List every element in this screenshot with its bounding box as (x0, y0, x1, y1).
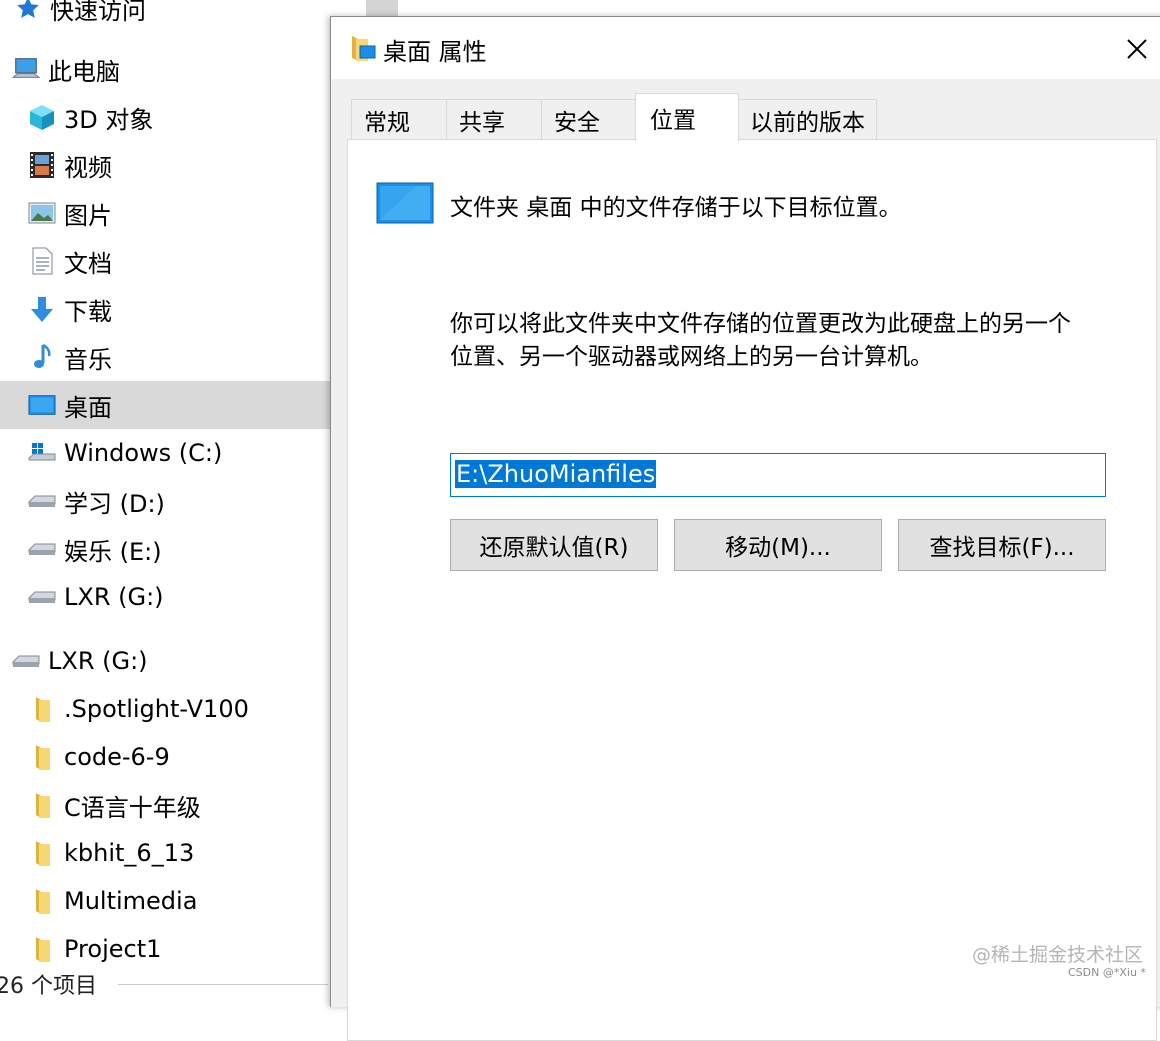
nav-label: kbhit_6_13 (64, 839, 195, 867)
nav-label: .Spotlight-V100 (64, 695, 249, 723)
nav-folder[interactable]: Multimedia (0, 877, 360, 925)
nav-label: 娱乐 (E:) (64, 537, 162, 566)
dialog-title: 桌面 属性 (383, 38, 487, 66)
watermark-author: CSDN @*Xiu * (1068, 966, 1146, 979)
computer-icon (12, 55, 40, 83)
drive-icon (28, 583, 56, 611)
nav-label: LXR (G:) (64, 583, 164, 611)
nav-label: C语言十年级 (64, 793, 201, 822)
dialog-title-bar[interactable]: 桌面 属性 (331, 17, 1160, 79)
nav-drive-c[interactable]: Windows (C:) (0, 429, 360, 477)
nav-music[interactable]: 音乐 (0, 333, 360, 381)
description-line: 你可以将此文件夹中文件存储的位置更改为此硬盘上的另一个 (450, 311, 1071, 337)
navigation-pane: 快速访问 此电脑 3D 对象 视频 图片 文档 下载 音乐 桌面 Windows… (0, 0, 360, 999)
nav-downloads[interactable]: 下载 (0, 285, 360, 333)
nav-pictures[interactable]: 图片 (0, 189, 360, 237)
nav-label: LXR (G:) (48, 647, 148, 675)
status-bar-item-count: 26 个项目 (0, 974, 97, 999)
watermark-site: @稀土掘金技术社区 (972, 944, 1144, 966)
folder-icon (28, 935, 56, 963)
location-description: 文件夹 桌面 中的文件存储于以下目标位置。 (450, 195, 902, 221)
nav-documents[interactable]: 文档 (0, 237, 360, 285)
nav-label: Multimedia (64, 887, 198, 915)
nav-3d-objects[interactable]: 3D 对象 (0, 93, 360, 141)
nav-label: 图片 (64, 201, 112, 230)
find-target-button[interactable]: 查找目标(F)... (898, 519, 1106, 571)
selected-path-text: E:\ZhuoMianfiles (455, 460, 657, 488)
tab-location[interactable]: 位置 (635, 93, 739, 141)
drive-icon (28, 487, 56, 515)
cube-3d-icon (28, 103, 56, 131)
tab-previous-versions[interactable]: 以前的版本 (737, 99, 877, 139)
desktop-folder-icon (376, 182, 434, 228)
nav-label: 文档 (64, 249, 112, 278)
folder-icon (28, 887, 56, 915)
move-button[interactable]: 移动(M)... (674, 519, 882, 571)
restore-default-button[interactable]: 还原默认值(R) (450, 519, 658, 571)
nav-desktop[interactable]: 桌面 (0, 381, 360, 429)
folder-icon (28, 839, 56, 867)
nav-folder[interactable]: kbhit_6_13 (0, 829, 360, 877)
drive-icon (12, 647, 40, 675)
nav-label: 下载 (64, 297, 112, 326)
location-tab-panel: 文件夹 桌面 中的文件存储于以下目标位置。 你可以将此文件夹中文件存储的位置更改… (347, 139, 1157, 1041)
drive-icon (28, 535, 56, 563)
folder-icon (28, 695, 56, 723)
nav-label: 3D 对象 (64, 105, 154, 134)
nav-label: code-6-9 (64, 743, 170, 771)
nav-folder[interactable]: .Spotlight-V100 (0, 685, 360, 733)
desktop-icon (28, 391, 56, 419)
folder-icon (28, 743, 56, 771)
description-line: 位置、另一个驱动器或网络上的另一台计算机。 (450, 344, 933, 370)
tab-general[interactable]: 常规 (351, 99, 447, 139)
change-location-description: 你可以将此文件夹中文件存储的位置更改为此硬盘上的另一个 位置、另一个驱动器或网络… (450, 308, 1130, 374)
folder-icon (349, 33, 377, 67)
nav-label: 桌面 (64, 393, 112, 422)
nav-videos[interactable]: 视频 (0, 141, 360, 189)
nav-label: 视频 (64, 153, 112, 182)
nav-drive-g-root[interactable]: LXR (G:) (0, 637, 344, 685)
close-icon (1127, 39, 1147, 59)
nav-label: Project1 (64, 935, 162, 963)
film-icon (28, 151, 56, 179)
nav-folder[interactable]: code-6-9 (0, 733, 360, 781)
nav-drive-e[interactable]: 娱乐 (E:) (0, 525, 360, 573)
music-note-icon (28, 343, 56, 371)
download-arrow-icon (28, 295, 56, 323)
status-bar-divider (118, 984, 328, 985)
target-path-input[interactable]: E:\ZhuoMianfiles (450, 453, 1106, 497)
properties-dialog: 桌面 属性 常规 共享 安全 位置 以前的版本 文件夹 桌面 中的文件存储于以下… (330, 16, 1160, 1041)
windows-drive-icon (28, 439, 56, 467)
nav-label: 快速访问 (50, 0, 146, 25)
tab-security[interactable]: 安全 (541, 99, 637, 139)
nav-label: 学习 (D:) (64, 489, 165, 518)
folder-icon (28, 791, 56, 819)
nav-this-pc[interactable]: 此电脑 (0, 45, 344, 93)
nav-folder[interactable]: Project1 (0, 925, 360, 973)
close-button[interactable] (1115, 29, 1159, 69)
picture-icon (28, 199, 56, 227)
nav-label: 音乐 (64, 345, 112, 374)
tab-sharing[interactable]: 共享 (446, 99, 542, 139)
nav-drive-g[interactable]: LXR (G:) (0, 573, 360, 621)
nav-folder[interactable]: C语言十年级 (0, 781, 360, 829)
nav-label: Windows (C:) (64, 439, 223, 467)
nav-drive-d[interactable]: 学习 (D:) (0, 477, 360, 525)
star-icon (14, 0, 42, 22)
nav-label: 此电脑 (48, 57, 120, 86)
document-icon (28, 247, 56, 275)
nav-quick-access[interactable]: 快速访问 (0, 0, 346, 32)
